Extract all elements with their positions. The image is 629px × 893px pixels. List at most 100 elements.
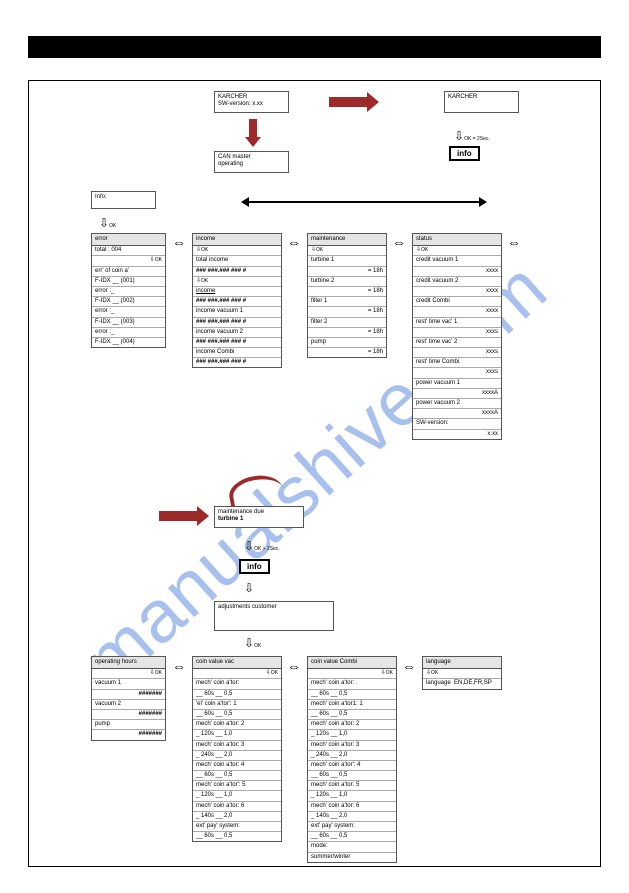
coincombi-m5: mech' coin a'tor: 5 (308, 781, 396, 791)
status-swv: x.xx (413, 430, 501, 439)
dbl-arrow-b1: ⇔ (172, 661, 186, 671)
dbl-arrow-4: ⇔ (507, 237, 521, 247)
coincombi-modev: summer/winter (308, 853, 396, 862)
maint-f2: filter 2 (308, 318, 386, 328)
status-sw: SW-version: (413, 419, 501, 429)
coincombi-box: coin value Combi ⇩OK mech' coin a'tor: _… (307, 656, 397, 863)
ophours-v1: vacuum 1 (92, 679, 165, 689)
canmaster-l1: CAN master (218, 154, 285, 161)
coincombi-m1: mech' coin a'tor: (308, 679, 396, 689)
coinvac-m2v: _ 120s __ 1,0 (193, 730, 281, 740)
coinvac-m6v: _ 140s __ 2,0 (193, 812, 281, 822)
income-v2: income vacuum 2 (193, 328, 281, 338)
karcher-box-2: KARCHER (444, 91, 519, 113)
ophours-v1v: ####### (92, 690, 165, 700)
coinvac-m4: mech' coin a'tor: 4 (193, 761, 281, 771)
dbl-arrow-b3: ⇔ (402, 661, 416, 671)
ok-2sec-mid: OK > 2Sec. (254, 546, 280, 552)
canmaster-l2: operating (218, 161, 285, 168)
error-1a: err' of coin a' (92, 267, 165, 277)
error-1b: F-IDX __ (001) (92, 277, 165, 287)
coinvac-m5v: _ 120s __ 1,0 (193, 791, 281, 801)
down-arrow-mid2-icon: ⇩ (244, 581, 254, 595)
maint-f2v: = 18h (308, 328, 386, 338)
status-rtc: rest' time Combi (413, 358, 501, 368)
ophours-box: operating hours ⇩OK vacuum 1 ####### vac… (91, 656, 166, 741)
income-val: ### ###.### ### # (193, 297, 281, 307)
header-blackbar (28, 36, 601, 58)
status-cc: credit Combi (413, 297, 501, 307)
coincombi-m3: mech' coin a'tor: 3 (308, 741, 396, 751)
coincombi-title: coin value Combi (308, 657, 396, 669)
dbl-arrow-3: ⇔ (392, 237, 406, 247)
info-box: Info: (91, 191, 156, 209)
error-box: error total : 004 ⇩OK err' of coin a' F-… (91, 233, 166, 348)
coinvac-m1: mech' coin a'tor: (193, 679, 281, 689)
coinvac-m4v: __ 60s __ 0,5 (193, 771, 281, 781)
coinvac-extv: __ 60s __ 0,5 (193, 832, 281, 841)
status-rt2v: xxxs (413, 348, 501, 358)
status-pv1v: xxxxA (413, 389, 501, 399)
status-ok-row: ⇩OK (413, 246, 501, 256)
info-label: Info: (95, 194, 152, 201)
coinvac-ok: ⇩OK (193, 669, 281, 679)
arrow-down-icon (249, 119, 257, 139)
maint-title: maintenance (308, 234, 386, 246)
income-box: income ⇩OK total income ### ###.### ### … (192, 233, 282, 368)
maint-pumpv: = 18h (308, 348, 386, 357)
maint-ok-row: ⇩OK (308, 246, 386, 256)
ophours-pv: ####### (92, 730, 165, 739)
adj-cust-box: adjustments customer (214, 601, 334, 631)
down-arrow-mid3-icon: ⇩OK (244, 636, 261, 650)
canmaster-box: CAN master operating (214, 151, 289, 173)
lang-title: language (423, 657, 501, 669)
lang-ok: ⇩OK (423, 669, 501, 679)
coincombi-m2v: _ 120s __ 1,0 (308, 730, 396, 740)
maint-due-box: maintenance due turbine 1 (214, 506, 304, 528)
error-4b: F-IDX __ (004) (92, 338, 165, 347)
coincombi-m6: mech' coin a'tor: 6 (308, 802, 396, 812)
ophours-title: operating hours (92, 657, 165, 669)
karcher1-l2: SW-version: x.xx (218, 101, 285, 108)
ophours-p: pump (92, 720, 165, 730)
status-pv2: power vacuum 2 (413, 399, 501, 409)
income-combiv: ### ###.### ### # (193, 358, 281, 367)
coinvac-box: coin value vac ⇩OK mech' coin a'tor: __ … (192, 656, 282, 842)
income-ok-row: ⇩OK (193, 246, 281, 256)
down-arrow-ok-icon: ⇩OK (99, 216, 116, 230)
status-c2v: xxxx (413, 287, 501, 297)
info-button-top[interactable]: info (449, 143, 480, 161)
coinvac-m3: mech' coin a'tor: 3 (193, 741, 281, 751)
coincombi-m1v: __ 60s __ 0,5 (308, 690, 396, 700)
status-c2: credit vacuum 2 (413, 277, 501, 287)
error-ok-row: ⇩OK (92, 256, 165, 266)
info-button-mid[interactable]: info (239, 556, 270, 574)
coincombi-m4: mech' coin a'tor': 4 (308, 761, 396, 771)
status-pv1: power vacuum 1 (413, 379, 501, 389)
income-ok-row2: ⇩OK (193, 277, 281, 287)
income-total-val: ### ###.### ### # (193, 267, 281, 277)
income-v2v: ### ###.### ### # (193, 338, 281, 348)
down-arrow-icon: ⇩OK = 2Sec. (454, 129, 490, 143)
dbl-arrow-1: ⇔ (172, 237, 186, 247)
coincombi-e1: mech' coin a'tor1: 1 (308, 700, 396, 710)
error-2b: F-IDX __ (002) (92, 297, 165, 307)
status-rt1: rest' time vac' 1 (413, 318, 501, 328)
coinvac-m5: mech' coin a'tor': 5 (193, 781, 281, 791)
maint-t1: turbine 1 (308, 256, 386, 266)
adj-cust-label: adjustments customer (218, 604, 330, 611)
maint-t2v: = 18h (308, 287, 386, 297)
maint-f1v: = 18h (308, 307, 386, 317)
error-total: total : 004 (92, 246, 165, 256)
arrow-right-icon (329, 97, 369, 107)
maint-due-l1: maintenance due (218, 509, 300, 516)
status-rtcv: xxxs (413, 368, 501, 378)
status-box: status ⇩OK credit vacuum 1 xxxx credit v… (412, 233, 502, 440)
error-3b: F-IDX __ (003) (92, 318, 165, 328)
ophours-ok: ⇩OK (92, 669, 165, 679)
status-title: status (413, 234, 501, 246)
arrow-right-mid-icon (159, 511, 199, 521)
coinvac-m6: mech' coin a'tor: 6 (193, 802, 281, 812)
coincombi-m4v: __ 60s __ 0,5 (308, 771, 396, 781)
status-ccv: xxxx (413, 307, 501, 317)
